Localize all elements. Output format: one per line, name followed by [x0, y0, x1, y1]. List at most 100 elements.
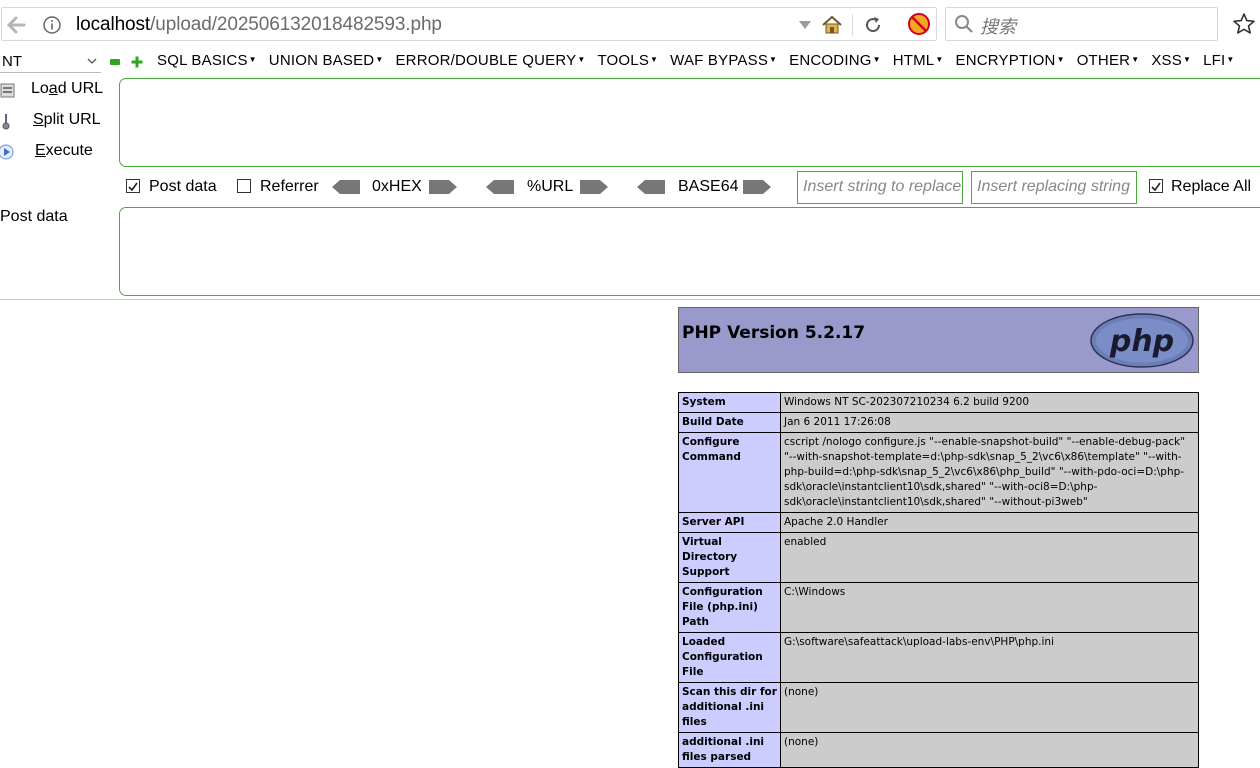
row-key: Configure Command [678, 432, 781, 513]
table-row: Configuration File (php.ini) Path C:\Wind… [678, 582, 1199, 633]
search-placeholder: 搜索 [980, 17, 1016, 37]
menu-tools[interactable]: TOOLS▼ [591, 52, 664, 69]
menu-sql-basics[interactable]: SQL BASICS▼ [151, 52, 263, 69]
chevron-down-icon[interactable] [798, 19, 812, 31]
load-url-accesskey: a [48, 80, 58, 97]
row-key: Loaded Configuration File [678, 632, 781, 683]
base64-decode-arrow-icon[interactable] [637, 180, 665, 194]
url-textarea[interactable] [119, 78, 1260, 167]
row-key: Virtual Directory Support [678, 532, 781, 583]
row-value: enabled [780, 532, 1199, 583]
menu-html[interactable]: HTML▼ [887, 52, 950, 69]
plus-icon[interactable] [131, 56, 143, 68]
caret-down-icon: ▼ [375, 55, 384, 64]
base64-label: BASE64 [678, 178, 739, 195]
caret-down-icon: ▼ [769, 55, 778, 64]
bookmark-star-icon[interactable] [1232, 12, 1256, 36]
url-decode-arrow-icon[interactable] [486, 180, 514, 194]
url-encoding-label: %URL [527, 178, 574, 195]
search-icon [955, 15, 973, 33]
info-icon[interactable] [42, 15, 62, 35]
home-icon[interactable] [820, 13, 844, 37]
caret-down-icon: ▼ [872, 55, 881, 64]
php-logo-text: php [1109, 324, 1174, 359]
row-key: Server API [678, 512, 781, 533]
replace-string-input[interactable]: Insert string to replace [797, 171, 963, 204]
phpinfo-header: PHP Version 5.2.17 php [678, 307, 1199, 373]
execute-accesskey: E [35, 142, 46, 159]
table-row: Virtual Directory Support enabled [678, 532, 1199, 583]
caret-down-icon: ▼ [1182, 55, 1192, 64]
hackbar-select-value: NT [2, 53, 22, 70]
execute-button[interactable]: Execute [0, 140, 118, 164]
row-key: Build Date [678, 412, 781, 433]
reload-icon[interactable] [862, 14, 884, 36]
referrer-checkbox-label[interactable]: Referrer [260, 178, 319, 196]
menu-lfi[interactable]: LFI▼ [1197, 52, 1240, 69]
post-data-checkbox[interactable] [126, 179, 140, 193]
referrer-checkbox[interactable] [237, 179, 251, 193]
url-text[interactable]: localhost/upload/202506132018482593.php [76, 14, 442, 36]
table-row: Loaded Configuration File G:\software\saf… [678, 632, 1199, 683]
hex-label: 0xHEX [372, 178, 422, 195]
url-host: localhost [76, 14, 151, 35]
load-url-button[interactable]: Load URL [0, 78, 118, 102]
address-bar[interactable]: localhost/upload/202506132018482593.php [1, 7, 937, 41]
blocked-content-icon[interactable] [907, 12, 931, 36]
post-data-label: Post data [0, 208, 68, 225]
post-data-textarea[interactable] [119, 207, 1260, 296]
split-url-accesskey: S [33, 111, 44, 128]
caret-down-icon: ▼ [650, 55, 659, 64]
search-box[interactable]: 搜索 [945, 7, 1218, 41]
url-encode-arrow-icon[interactable] [580, 180, 608, 194]
menu-encryption[interactable]: ENCRYPTION▼ [949, 52, 1070, 69]
row-value: C:\Windows [780, 582, 1199, 633]
row-value: cscript /nologo configure.js "--enable-s… [780, 432, 1199, 513]
row-value: G:\software\safeattack\upload-labs-env\P… [780, 632, 1199, 683]
hackbar-panel: NT SQL BASICS▼ UNION BASED▼ ERROR/DOUBLE… [0, 48, 1260, 300]
menu-label: WAF BYPASS [670, 52, 769, 69]
load-url-label: Load URL [31, 80, 103, 98]
replacing-string-input[interactable]: Insert replacing string [971, 171, 1137, 204]
replace-all-checkbox[interactable] [1149, 179, 1163, 193]
menu-label: ENCODING [789, 52, 872, 69]
menu-encoding[interactable]: ENCODING▼ [783, 52, 887, 69]
menu-union-based[interactable]: UNION BASED▼ [263, 52, 390, 69]
menu-xss[interactable]: XSS▼ [1145, 52, 1197, 69]
chevron-down-icon [87, 58, 97, 64]
menu-other[interactable]: OTHER▼ [1071, 52, 1146, 69]
caret-down-icon: ▼ [1056, 55, 1065, 64]
menu-label: OTHER [1076, 52, 1131, 69]
menu-label: XSS [1151, 52, 1182, 69]
load-icon [0, 83, 15, 98]
checkmark-icon [1151, 182, 1161, 192]
post-data-checkbox-label[interactable]: Post data [149, 178, 217, 196]
menu-label: UNION BASED [268, 52, 375, 69]
replace-all-label[interactable]: Replace All [1171, 178, 1251, 196]
hex-encode-arrow-icon[interactable] [429, 180, 457, 194]
caret-down-icon: ▼ [577, 55, 586, 64]
row-value: Windows NT SC-202307210234 6.2 build 920… [780, 392, 1199, 413]
menu-error-double-query[interactable]: ERROR/DOUBLE QUERY▼ [389, 52, 591, 69]
row-key: System [678, 392, 781, 413]
caret-down-icon: ▼ [935, 55, 944, 64]
menu-label: ERROR/DOUBLE QUERY [395, 52, 577, 69]
back-arrow-icon[interactable] [2, 13, 32, 37]
hex-decode-arrow-icon[interactable] [332, 180, 360, 194]
base64-encode-arrow-icon[interactable] [743, 180, 771, 194]
table-row: Server API Apache 2.0 Handler [678, 512, 1199, 533]
hackbar-select[interactable]: NT [0, 51, 101, 73]
execute-text: xecute [45, 142, 93, 159]
row-key: Configuration File (php.ini) Path [678, 582, 781, 633]
split-url-button[interactable]: Split URL [0, 109, 118, 133]
split-url-label: Split URL [33, 111, 101, 129]
row-key: additional .ini files parsed [678, 732, 781, 768]
menu-waf-bypass[interactable]: WAF BYPASS▼ [664, 52, 783, 69]
menu-label: ENCRYPTION [955, 52, 1056, 69]
hackbar-menu: SQL BASICS▼ UNION BASED▼ ERROR/DOUBLE QU… [151, 52, 1240, 69]
row-value: Jan 6 2011 17:26:08 [780, 412, 1199, 433]
divider [852, 14, 853, 36]
options-row: Post data Referrer 0xHEX %URL BASE64 Ins… [0, 171, 1260, 204]
php-logo[interactable]: php [1090, 313, 1194, 368]
minus-icon[interactable] [110, 59, 120, 65]
